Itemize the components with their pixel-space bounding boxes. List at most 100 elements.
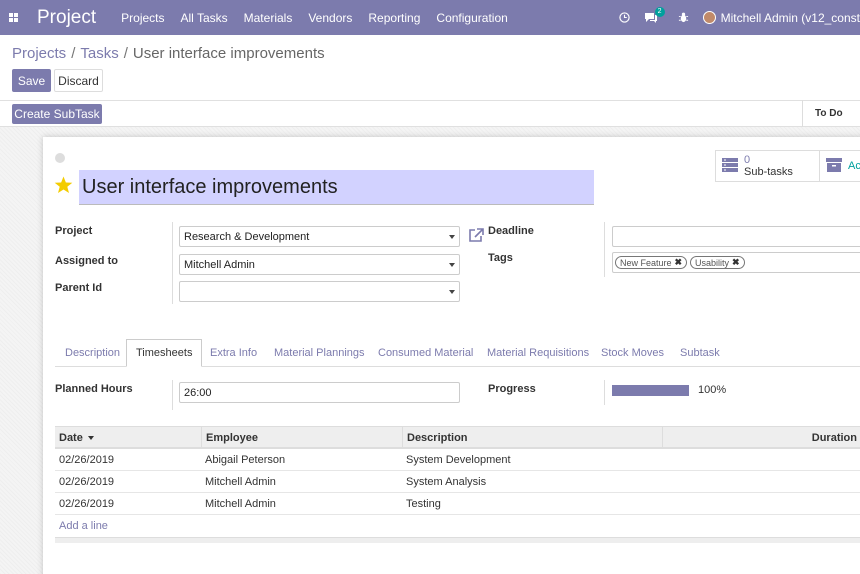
tab-consumed-material[interactable]: Consumed Material <box>378 339 473 367</box>
planned-hours-label: Planned Hours <box>55 383 133 395</box>
assigned-to-select[interactable]: Mitchell Admin <box>179 254 460 275</box>
star-icon[interactable] <box>54 176 73 197</box>
subtasks-label: Sub-tasks <box>744 166 793 178</box>
planned-hours-value: 26:00 <box>184 386 212 399</box>
active-label: Ac <box>848 160 860 172</box>
parent-id-select[interactable] <box>179 281 460 302</box>
field-divider <box>604 380 605 405</box>
stage-to-do[interactable]: To Do <box>802 100 860 127</box>
tags-label: Tags <box>488 252 513 264</box>
tab-extra-info[interactable]: Extra Info <box>210 339 257 367</box>
tab-subtask[interactable]: Subtask <box>680 339 720 367</box>
chevron-down-icon <box>449 235 455 239</box>
menu-materials[interactable]: Materials <box>244 11 293 25</box>
user-menu[interactable]: Mitchell Admin (v12_const <box>721 11 860 25</box>
menu-all-tasks[interactable]: All Tasks <box>181 11 228 25</box>
table-header: Date Employee Description Duration <box>55 426 860 449</box>
save-button[interactable]: Save <box>12 69 51 92</box>
table-row[interactable]: 02/26/2019 Mitchell Admin System Analysi… <box>55 471 860 493</box>
clock-icon[interactable] <box>618 12 630 23</box>
timesheet-table: Date Employee Description Duration 02/26… <box>55 426 860 543</box>
assigned-to-value: Mitchell Admin <box>184 258 255 271</box>
progress-label: Progress <box>488 383 536 395</box>
systray: 2 Mitchell Admin (v12_const <box>618 0 860 35</box>
create-subtask-button[interactable]: Create SubTask <box>12 104 102 124</box>
tasks-icon <box>721 157 739 176</box>
subtasks-smart-button[interactable]: 0 Sub-tasks <box>715 150 820 182</box>
menu-vendors[interactable]: Vendors <box>308 11 352 25</box>
progress-bar <box>612 385 689 396</box>
chevron-down-icon <box>449 263 455 267</box>
field-divider <box>172 222 173 304</box>
menu-projects[interactable]: Projects <box>121 11 164 25</box>
table-footer <box>55 537 860 543</box>
active-toggle-button[interactable]: Ac <box>819 150 860 182</box>
cell-description: System Analysis <box>406 475 487 488</box>
cell-description: Testing <box>406 497 441 510</box>
cell-date: 02/26/2019 <box>59 475 115 488</box>
breadcrumb-separator: / <box>123 45 128 62</box>
subtasks-count: 0 <box>744 154 751 166</box>
external-link-icon[interactable] <box>468 228 484 246</box>
column-header-label: Employee <box>206 431 258 444</box>
deadline-input[interactable] <box>612 226 860 247</box>
column-header-label: Description <box>407 431 468 444</box>
project-label: Project <box>55 225 93 237</box>
status-bar: Create SubTask To Do <box>0 100 860 127</box>
breadcrumb-current: User interface improvements <box>132 45 325 62</box>
task-title-input[interactable]: User interface improvements <box>79 170 594 205</box>
breadcrumb-projects[interactable]: Projects <box>12 45 66 62</box>
cell-employee: Mitchell Admin <box>205 497 276 510</box>
table-row[interactable]: 02/26/2019 Mitchell Admin Testing <box>55 493 860 515</box>
close-icon[interactable]: ✖ <box>675 257 683 268</box>
table-row[interactable]: 02/26/2019 Abigail Peterson System Devel… <box>55 449 860 471</box>
user-avatar[interactable] <box>702 11 716 24</box>
kanban-state-indicator[interactable] <box>55 153 65 163</box>
archive-icon <box>825 157 843 176</box>
parent-id-label: Parent Id <box>55 282 103 294</box>
add-a-line-link[interactable]: Add a line <box>55 515 860 537</box>
tab-material-plannings[interactable]: Material Plannings <box>274 339 365 367</box>
field-divider <box>604 222 605 277</box>
discard-button[interactable]: Discard <box>54 69 103 92</box>
breadcrumb: Projects / Tasks / User interface improvemen… <box>12 45 325 62</box>
deadline-label: Deadline <box>488 225 534 237</box>
cell-employee: Mitchell Admin <box>205 475 276 488</box>
app-name[interactable]: Project <box>37 7 96 29</box>
field-divider <box>172 380 173 410</box>
sort-down-icon <box>87 435 94 440</box>
breadcrumb-tasks[interactable]: Tasks <box>80 45 118 62</box>
chat-icon[interactable]: 2 <box>644 6 665 24</box>
column-header-label: Duration <box>811 431 857 444</box>
progress-percent: 100% <box>698 384 727 396</box>
top-navbar: Project Projects All Tasks Materials Ven… <box>0 0 860 35</box>
menu-reporting[interactable]: Reporting <box>368 11 420 25</box>
project-select[interactable]: Research & Development <box>179 226 460 247</box>
assigned-to-label: Assigned to <box>55 255 118 267</box>
close-icon[interactable]: ✖ <box>732 257 740 268</box>
planned-hours-input[interactable]: 26:00 <box>179 382 460 403</box>
apps-menu-icon[interactable] <box>0 0 26 35</box>
tab-description[interactable]: Description <box>65 339 120 367</box>
column-header-label: Date <box>59 431 83 444</box>
tab-material-requisitions[interactable]: Material Requisitions <box>487 339 589 367</box>
menu-configuration[interactable]: Configuration <box>436 11 507 25</box>
tab-timesheets[interactable]: Timesheets <box>126 339 203 367</box>
cell-employee: Abigail Peterson <box>205 453 286 466</box>
column-header-description[interactable]: Description <box>402 427 662 448</box>
notebook-tabs: Description Timesheets Extra Info Materi… <box>55 339 860 367</box>
tag-new-feature[interactable]: New Feature ✖ <box>615 256 688 269</box>
chevron-down-icon <box>449 290 455 294</box>
cell-date: 02/26/2019 <box>59 497 115 510</box>
tag-usability[interactable]: Usability ✖ <box>690 256 745 269</box>
progress-bar-fill <box>612 385 689 396</box>
cell-description: System Development <box>406 453 511 466</box>
tab-stock-moves[interactable]: Stock Moves <box>601 339 664 367</box>
bug-icon[interactable] <box>678 12 689 23</box>
breadcrumb-separator: / <box>71 45 76 62</box>
column-header-date[interactable]: Date <box>55 427 201 448</box>
column-header-employee[interactable]: Employee <box>201 427 402 448</box>
messages-badge: 2 <box>654 6 665 17</box>
project-value: Research & Development <box>184 230 310 243</box>
column-header-duration[interactable]: Duration <box>662 427 860 448</box>
